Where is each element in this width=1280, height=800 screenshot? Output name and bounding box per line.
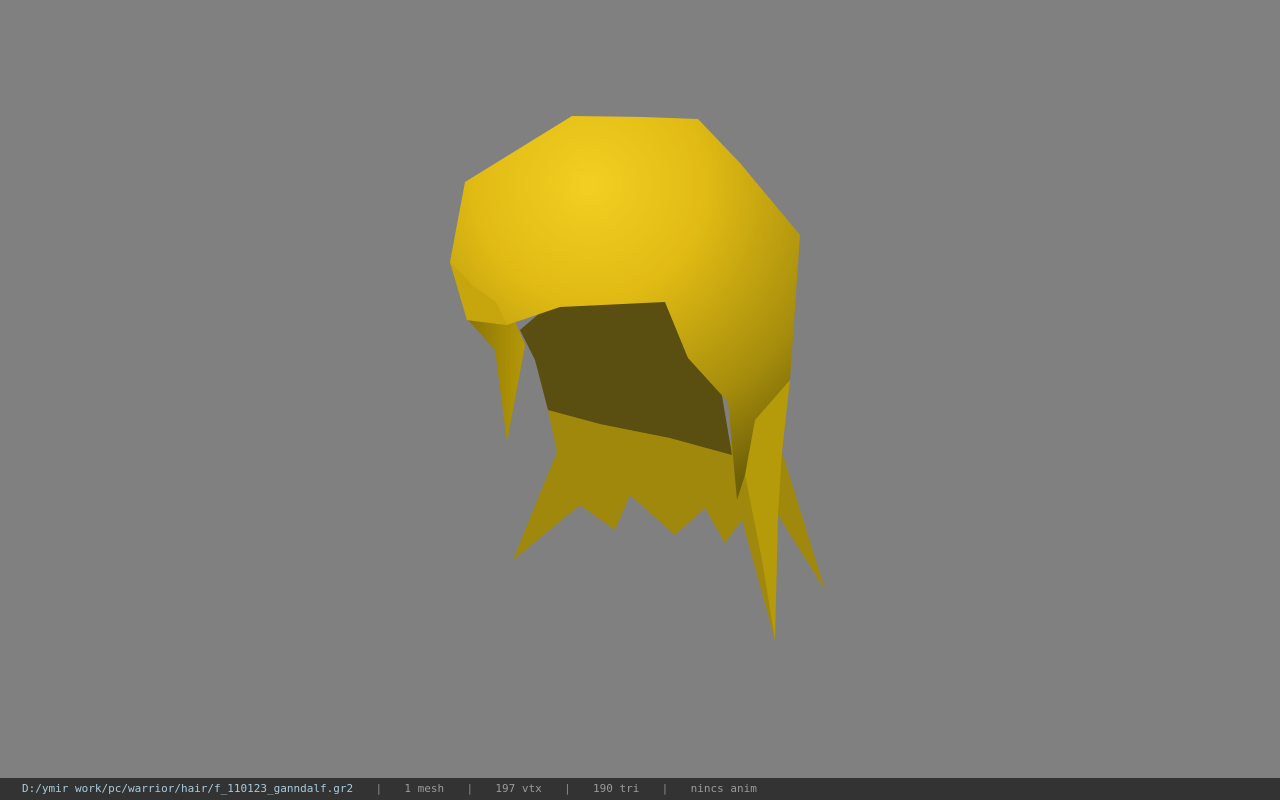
hair-left-strand: [468, 310, 525, 442]
status-vertex-count: 197 vtx: [495, 782, 542, 795]
3d-viewport[interactable]: [0, 0, 1280, 778]
status-mesh-count: 1 mesh: [404, 782, 445, 795]
status-separator: |: [466, 782, 474, 795]
status-animation: nincs anim: [690, 782, 757, 795]
status-triangle-count: 190 tri: [593, 782, 640, 795]
status-separator: |: [564, 782, 571, 795]
status-separator: |: [375, 782, 383, 795]
status-separator: |: [661, 782, 669, 795]
status-file-path: D:/ymir work/pc/warrior/hair/f_110123_ga…: [22, 782, 354, 795]
status-bar: D:/ymir work/pc/warrior/hair/f_110123_ga…: [0, 778, 1280, 800]
hair-model[interactable]: [0, 0, 1280, 778]
